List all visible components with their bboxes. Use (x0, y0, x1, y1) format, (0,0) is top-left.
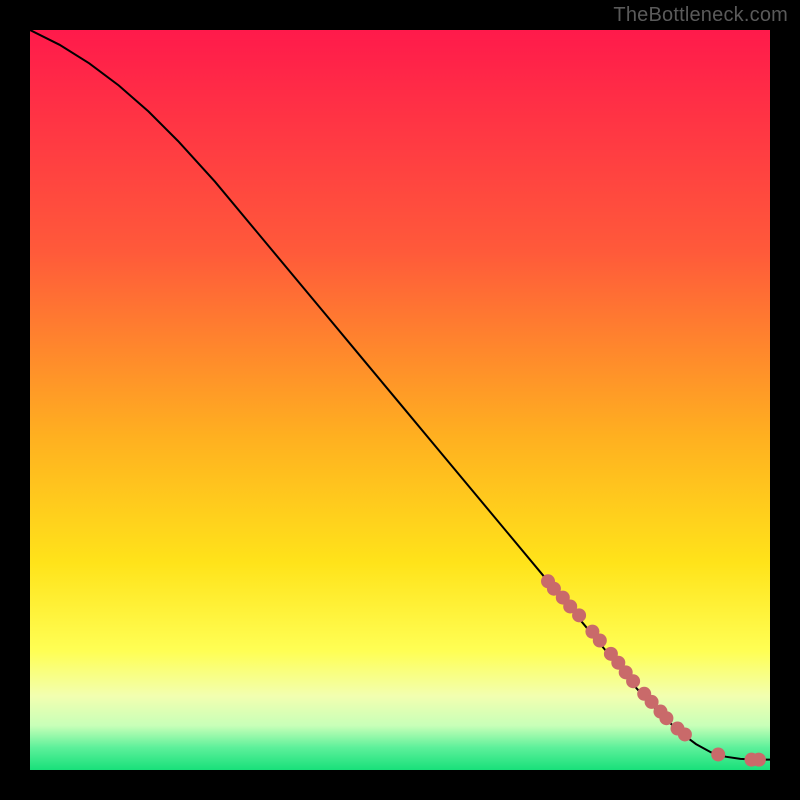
data-marker (593, 634, 607, 648)
data-marker (572, 608, 586, 622)
watermark-text: TheBottleneck.com (613, 4, 788, 27)
plot-area (30, 30, 770, 770)
data-marker (678, 727, 692, 741)
chart-overlay (30, 30, 770, 770)
data-marker (711, 747, 725, 761)
data-marker (626, 674, 640, 688)
data-marker (659, 711, 673, 725)
bottleneck-curve (30, 30, 770, 760)
marker-group (541, 574, 766, 766)
data-marker (752, 753, 766, 767)
